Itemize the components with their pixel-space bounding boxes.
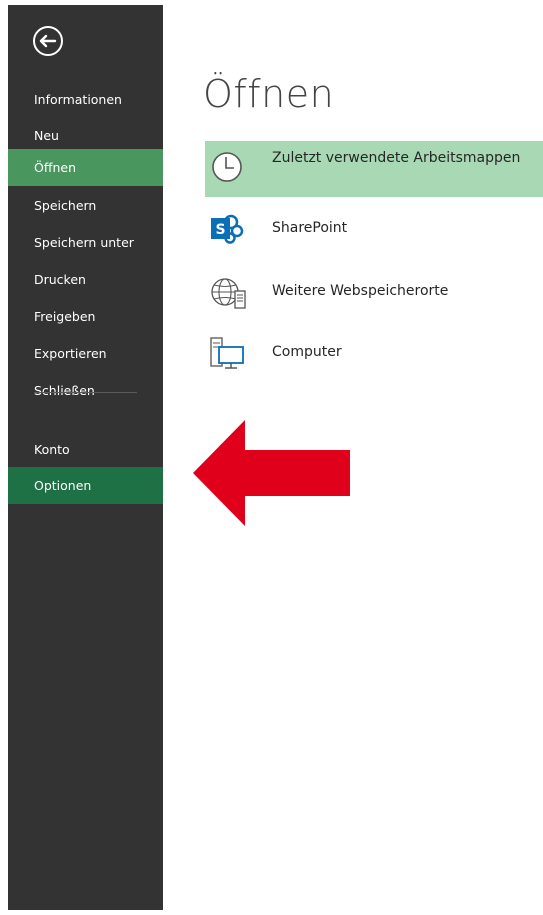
nav-item-konto[interactable]: Konto: [8, 431, 163, 468]
nav-item-drucken[interactable]: Drucken: [8, 261, 163, 298]
computer-icon: [209, 336, 249, 372]
place-label: Zuletzt verwendete Arbeitsmappen: [272, 150, 521, 166]
nav-item-freigeben[interactable]: Freigeben: [8, 298, 163, 335]
clock-icon: [209, 149, 245, 185]
arrow-left-circle-icon: [33, 26, 63, 56]
nav-item-schliessen[interactable]: Schließen: [8, 372, 163, 409]
nav-item-optionen[interactable]: Optionen: [8, 467, 163, 504]
svg-text:S: S: [215, 222, 225, 238]
sidebar-divider: [34, 392, 137, 393]
place-web-locations[interactable]: Weitere Webspeicherorte: [205, 270, 543, 314]
backstage-sidebar: Informationen Neu Öffnen Speichern Speic…: [8, 5, 163, 910]
place-recent-workbooks[interactable]: Zuletzt verwendete Arbeitsmappen: [205, 141, 543, 197]
nav-item-informationen[interactable]: Informationen: [8, 81, 163, 118]
place-computer[interactable]: Computer: [205, 332, 543, 376]
place-sharepoint[interactable]: S SharePoint: [205, 208, 543, 250]
back-button[interactable]: [32, 25, 64, 57]
nav-item-oeffnen[interactable]: Öffnen: [8, 149, 163, 186]
place-label: SharePoint: [272, 220, 348, 236]
page-title: Öffnen: [203, 72, 335, 116]
nav-item-speichern-unter[interactable]: Speichern unter: [8, 224, 163, 261]
place-label: Weitere Webspeicherorte: [272, 283, 449, 299]
nav-item-exportieren[interactable]: Exportieren: [8, 335, 163, 372]
nav-item-speichern[interactable]: Speichern: [8, 187, 163, 224]
sharepoint-icon: S: [209, 213, 245, 245]
red-arrow-left-icon: [193, 420, 353, 526]
globe-server-icon: [209, 275, 249, 311]
place-label: Computer: [272, 344, 342, 360]
